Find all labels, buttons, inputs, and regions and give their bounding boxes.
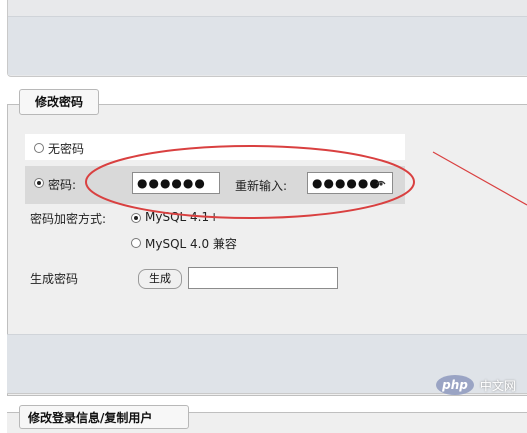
hashing-label: 密码加密方式: [30, 212, 107, 226]
hash-mysql40-label: MySQL 4.0 兼容 [145, 237, 237, 251]
change-password-legend: 修改密码 [19, 89, 99, 115]
password-label: 密码: [48, 178, 77, 192]
login-info-legend: 修改登录信息/复制用户 [19, 405, 189, 429]
watermark-text: 中文网 [479, 378, 516, 393]
hash-mysql41-radio[interactable] [131, 213, 141, 223]
generate-button[interactable]: 生成 [138, 269, 182, 289]
password-radio[interactable] [34, 178, 44, 188]
reenter-password-input[interactable]: ●●●●●● [307, 172, 393, 194]
no-password-radio[interactable] [34, 143, 44, 153]
no-password-label: 无密码 [48, 142, 85, 156]
top-panel-footer [8, 16, 527, 75]
hash-mysql40-radio[interactable] [131, 238, 141, 248]
reenter-value: ●●●●●● [312, 176, 381, 190]
hash-mysql41-label: MySQL 4.1+ [145, 210, 220, 224]
password-input[interactable]: ●●●●●● [132, 172, 220, 194]
generate-password-label: 生成密码 [30, 272, 79, 286]
reenter-label: 重新输入: [235, 179, 288, 193]
generated-password-field[interactable] [188, 267, 338, 289]
reveal-password-icon[interactable] [376, 179, 386, 187]
php-logo: php [436, 375, 474, 395]
watermark: php 中文网 [436, 375, 522, 399]
top-panel [7, 0, 527, 77]
